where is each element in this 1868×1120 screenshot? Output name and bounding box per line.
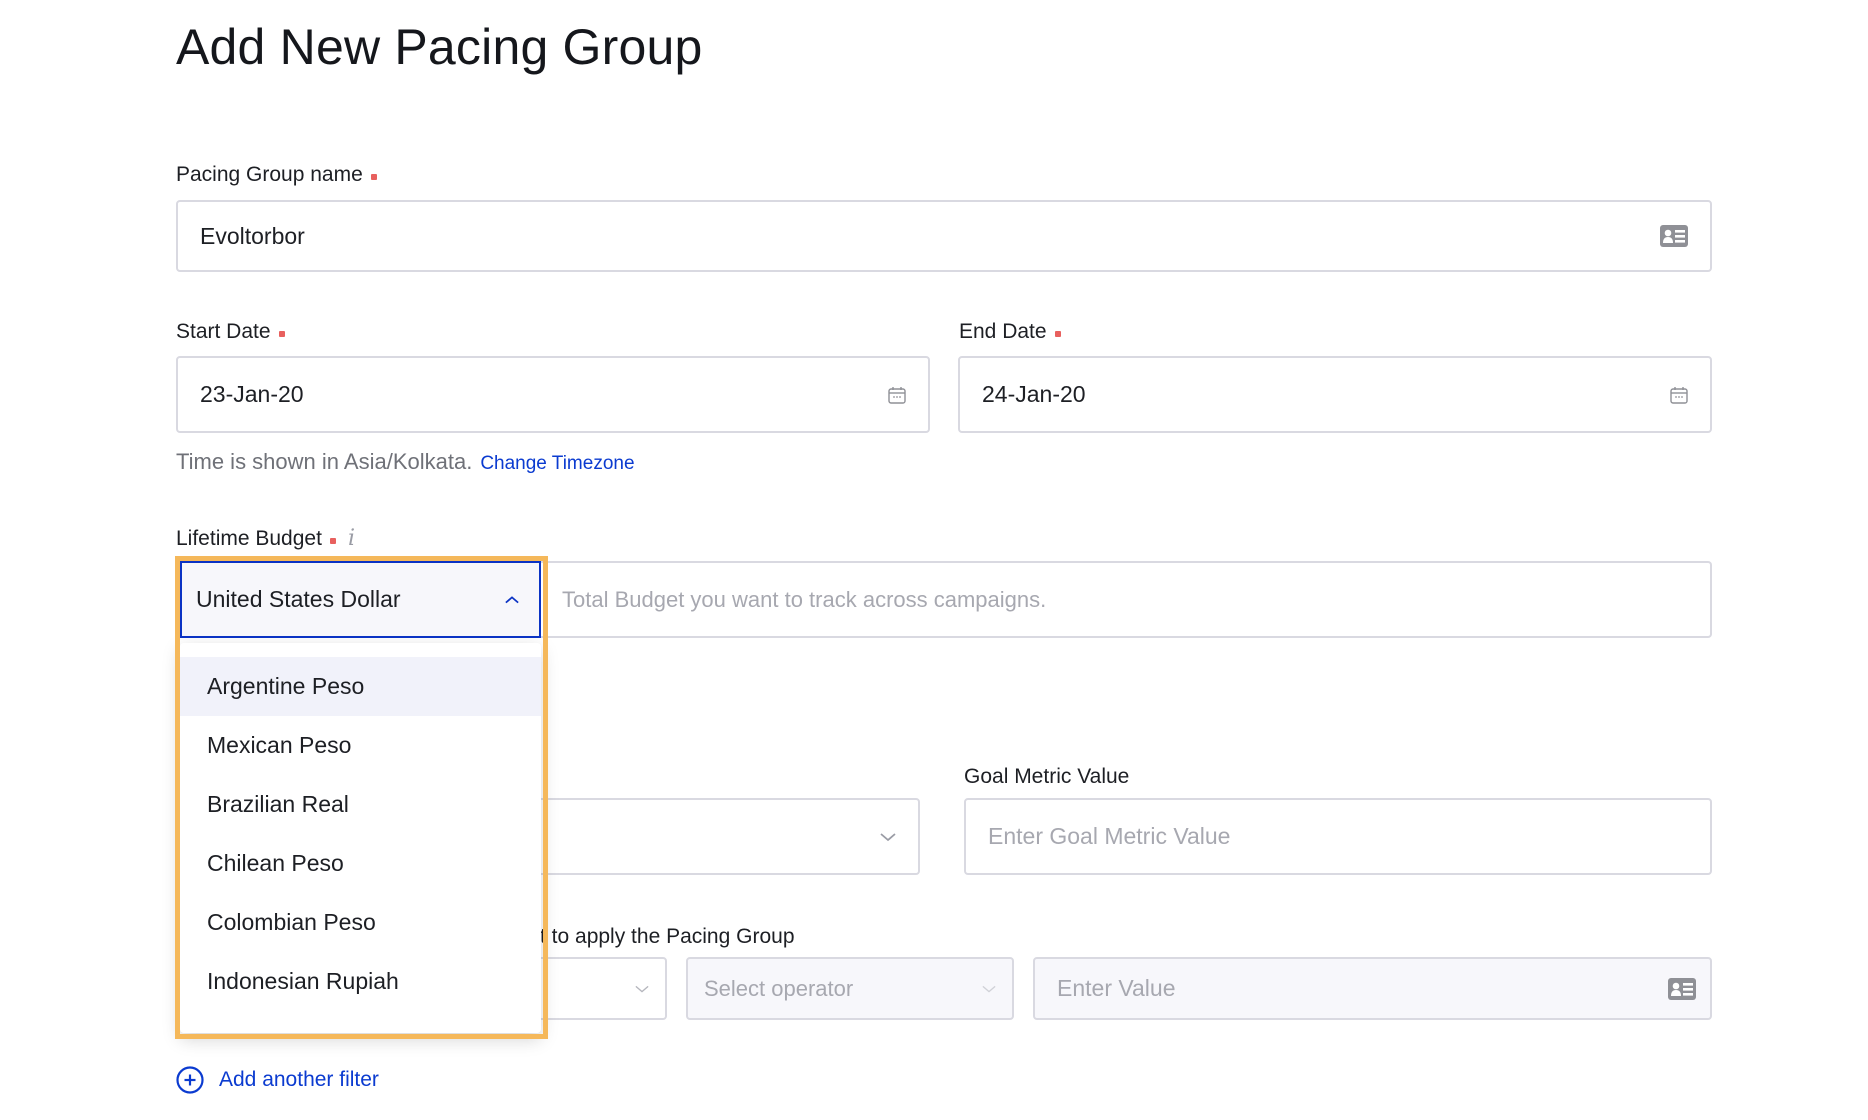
start-date-value: 23-Jan-20 xyxy=(200,381,304,407)
currency-option-label: Argentine Peso xyxy=(207,673,365,699)
contact-card-icon xyxy=(1668,977,1696,1000)
start-date-label: Start Date xyxy=(176,320,285,344)
add-another-filter-label: Add another filter xyxy=(219,1068,379,1091)
operator-select[interactable]: Select operator xyxy=(686,957,1014,1020)
filter-value-placeholder: Enter Value xyxy=(1057,975,1176,1001)
goal-metric-value-label: Goal Metric Value xyxy=(964,765,1129,789)
currency-option-label: Colombian Peso xyxy=(207,909,376,935)
currency-option[interactable]: Argentine Peso xyxy=(180,657,541,716)
required-indicator xyxy=(329,537,336,544)
end-date-label: End Date xyxy=(959,320,1061,344)
required-indicator xyxy=(1054,331,1061,337)
lifetime-budget-label: Lifetime Budget i xyxy=(176,526,355,551)
currency-option[interactable]: Mexican Peso xyxy=(180,716,541,775)
end-date-value: 24-Jan-20 xyxy=(982,381,1086,407)
goal-metric-value-label-text: Goal Metric Value xyxy=(964,765,1130,788)
page-title: Add New Pacing Group xyxy=(176,19,703,75)
required-indicator xyxy=(370,174,377,180)
timezone-text: Time is shown in Asia/Kolkata. xyxy=(176,449,473,474)
pacing-group-name-value: Evoltorbor xyxy=(200,222,305,249)
currency-option[interactable]: Chilean Peso xyxy=(180,834,541,893)
currency-option[interactable]: Brazilian Real xyxy=(180,775,541,834)
chevron-up-icon xyxy=(505,595,519,603)
timezone-helper: Time is shown in Asia/Kolkata. Change Ti… xyxy=(176,449,635,475)
currency-select[interactable]: United States Dollar xyxy=(180,561,541,638)
required-indicator xyxy=(278,331,285,337)
currency-option[interactable]: Colombian Peso xyxy=(180,893,541,952)
contact-card-icon xyxy=(1660,225,1688,247)
currency-option-label: Indonesian Rupiah xyxy=(207,968,399,994)
calendar-icon[interactable] xyxy=(888,386,906,404)
filter-label: t to apply the Pacing Group xyxy=(540,925,795,949)
lifetime-budget-label-text: Lifetime Budget xyxy=(176,526,322,550)
filter-value-input[interactable]: Enter Value xyxy=(1033,957,1712,1020)
calendar-icon[interactable] xyxy=(1670,386,1688,404)
chevron-down-icon xyxy=(982,985,996,993)
goal-metric-select[interactable] xyxy=(530,798,920,875)
start-date-label-text: Start Date xyxy=(176,320,271,343)
filter-dimension-select[interactable] xyxy=(530,957,667,1020)
currency-option[interactable]: Indonesian Rupiah xyxy=(180,952,541,1011)
plus-circle-icon xyxy=(176,1066,204,1094)
filter-label-text: t to apply the Pacing Group xyxy=(540,925,795,948)
budget-amount-placeholder: Total Budget you want to track across ca… xyxy=(562,586,1047,612)
goal-metric-value-placeholder: Enter Goal Metric Value xyxy=(988,823,1231,849)
info-icon[interactable]: i xyxy=(348,526,355,551)
currency-option-label: Mexican Peso xyxy=(207,732,352,758)
currency-option-label: Brazilian Real xyxy=(207,791,349,817)
change-timezone-link[interactable]: Change Timezone xyxy=(480,453,634,475)
currency-option-label: Chilean Peso xyxy=(207,850,344,876)
pacing-group-name-label-text: Pacing Group name xyxy=(176,163,363,186)
end-date-label-text: End Date xyxy=(959,320,1047,343)
chevron-down-icon xyxy=(635,985,649,993)
operator-placeholder: Select operator xyxy=(704,975,854,1001)
add-another-filter-button[interactable]: Add another filter xyxy=(175,1065,379,1095)
currency-selected-value: United States Dollar xyxy=(196,586,401,612)
pacing-group-name-label: Pacing Group name xyxy=(176,163,377,187)
pacing-group-name-input[interactable]: Evoltorbor xyxy=(176,200,1712,272)
currency-dropdown-menu: Argentine Peso Mexican Peso Brazilian Re… xyxy=(180,643,541,1033)
goal-metric-value-input[interactable]: Enter Goal Metric Value xyxy=(964,798,1712,875)
budget-amount-input[interactable]: Total Budget you want to track across ca… xyxy=(540,561,1712,638)
chevron-down-icon xyxy=(880,832,896,841)
end-date-input[interactable]: 24-Jan-20 xyxy=(958,356,1712,433)
start-date-input[interactable]: 23-Jan-20 xyxy=(176,356,930,433)
